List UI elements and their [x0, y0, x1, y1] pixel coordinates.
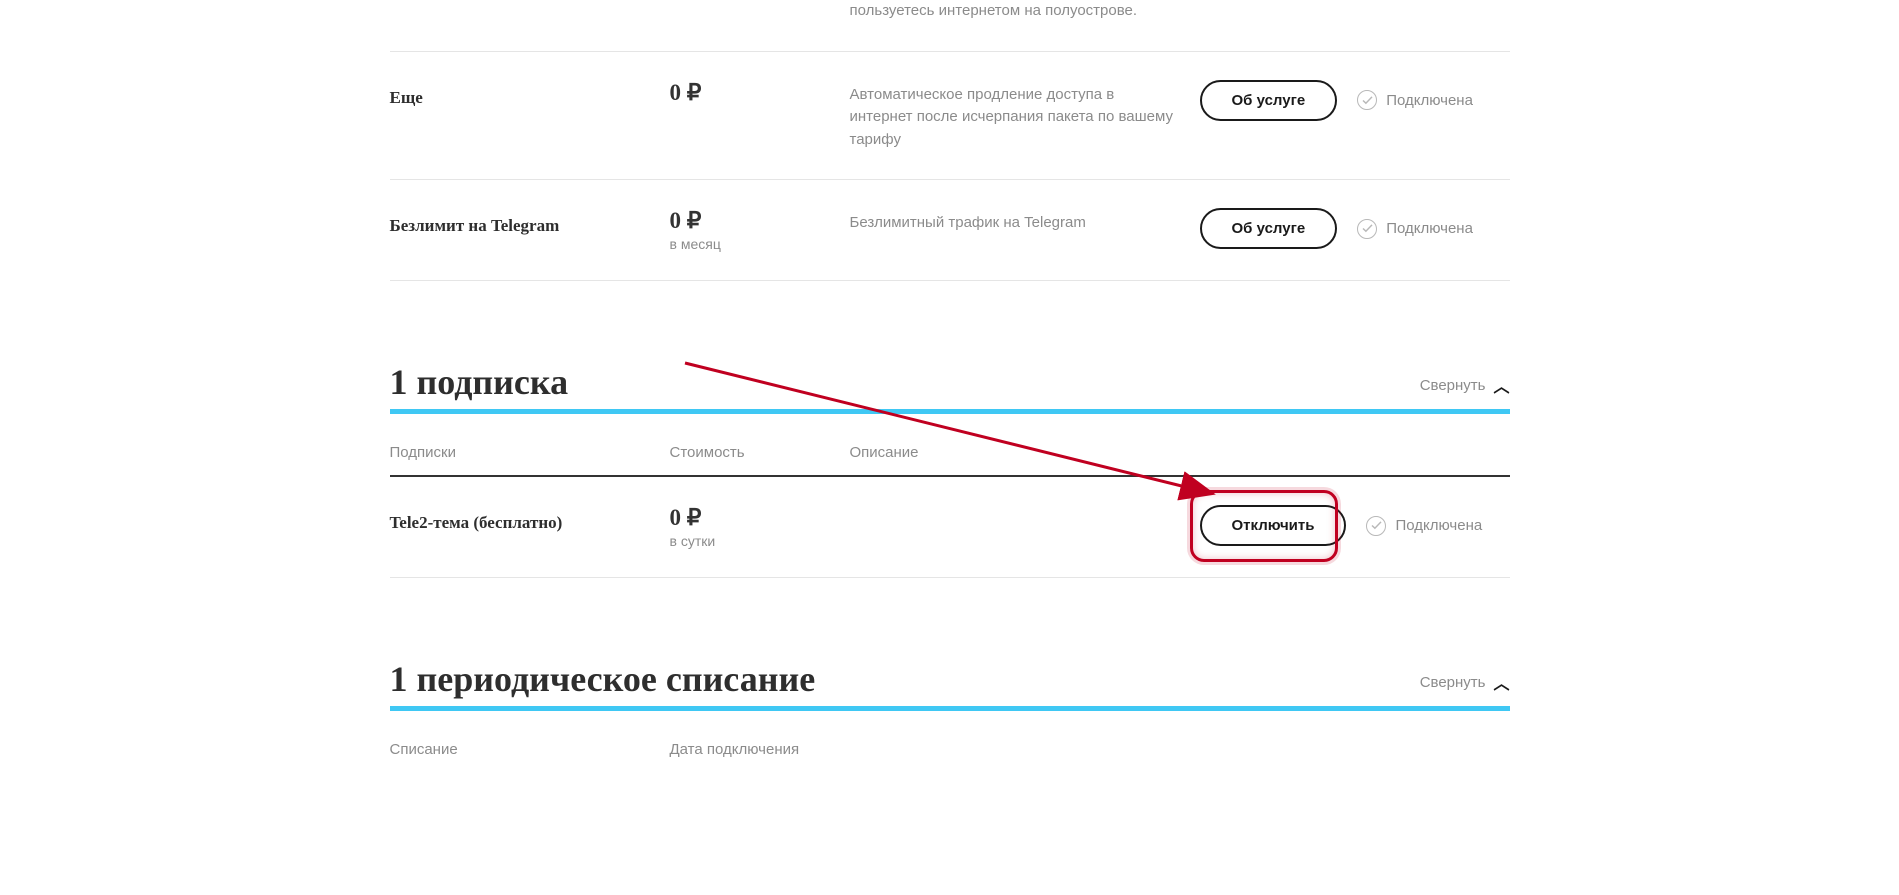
service-price: 0 ₽ в месяц — [670, 208, 850, 252]
section-divider — [390, 706, 1510, 711]
status-text: Подключена — [1386, 220, 1473, 237]
subscription-description — [850, 505, 1200, 509]
about-service-button[interactable]: Об услуге — [1200, 208, 1338, 249]
column-header-cost: Стоимость — [670, 444, 850, 461]
check-icon — [1357, 90, 1377, 110]
collapse-toggle[interactable]: Свернуть ︿ — [1420, 373, 1510, 403]
price-value: 0 ₽ — [670, 80, 850, 106]
section-header-subscriptions: 1 подписка Свернуть ︿ — [390, 361, 1510, 409]
column-header-desc: Описание — [850, 444, 1510, 461]
subscription-row: Tele2-тема (бесплатно) 0 ₽ в сутки Отклю… — [390, 477, 1510, 578]
service-description: Автоматическое продление доступа в интер… — [850, 80, 1200, 152]
collapse-toggle[interactable]: Свернуть ︿ — [1420, 670, 1510, 700]
chevron-up-icon: ︿ — [1493, 373, 1509, 397]
status-text: Подключена — [1386, 92, 1473, 109]
service-name — [390, 0, 670, 8]
price-value: 0 ₽ — [670, 505, 850, 531]
service-row: пользуетесь интернетом на полуострове. — [390, 0, 1510, 52]
column-header-name: Подписки — [390, 444, 670, 461]
status-text: Подключена — [1395, 517, 1482, 534]
table-header: Списание Дата подключения — [390, 741, 1510, 772]
column-header-name: Списание — [390, 741, 670, 758]
service-description: Безлимитный трафик на Telegram — [850, 208, 1200, 235]
service-name: Еще — [390, 80, 670, 108]
service-price: 0 ₽ — [670, 80, 850, 106]
service-description: пользуетесь интернетом на полуострове. — [850, 0, 1200, 23]
collapse-label: Свернуть — [1420, 674, 1486, 691]
service-name: Безлимит на Telegram — [390, 208, 670, 236]
section-title: 1 периодическое списание — [390, 658, 816, 700]
about-service-button[interactable]: Об услуге — [1200, 80, 1338, 121]
subscription-price: 0 ₽ в сутки — [670, 505, 850, 549]
status-badge: Подключена — [1357, 219, 1473, 239]
chevron-up-icon: ︿ — [1493, 670, 1509, 694]
column-header-date: Дата подключения — [670, 741, 1510, 758]
section-header-periodic: 1 периодическое списание Свернуть ︿ — [390, 658, 1510, 706]
service-row: Безлимит на Telegram 0 ₽ в месяц Безлими… — [390, 180, 1510, 281]
disable-button[interactable]: Отключить — [1200, 505, 1347, 546]
subscription-name: Tele2-тема (бесплатно) — [390, 505, 670, 533]
status-badge: Подключена — [1366, 516, 1482, 536]
status-badge: Подключена — [1357, 90, 1473, 110]
collapse-label: Свернуть — [1420, 377, 1486, 394]
service-row: Еще 0 ₽ Автоматическое продление доступа… — [390, 52, 1510, 181]
table-header: Подписки Стоимость Описание — [390, 444, 1510, 477]
section-divider — [390, 409, 1510, 414]
price-period: в месяц — [670, 236, 850, 252]
check-icon — [1366, 516, 1386, 536]
price-period: в сутки — [670, 533, 850, 549]
section-title: 1 подписка — [390, 361, 569, 403]
check-icon — [1357, 219, 1377, 239]
price-value: 0 ₽ — [670, 208, 850, 234]
